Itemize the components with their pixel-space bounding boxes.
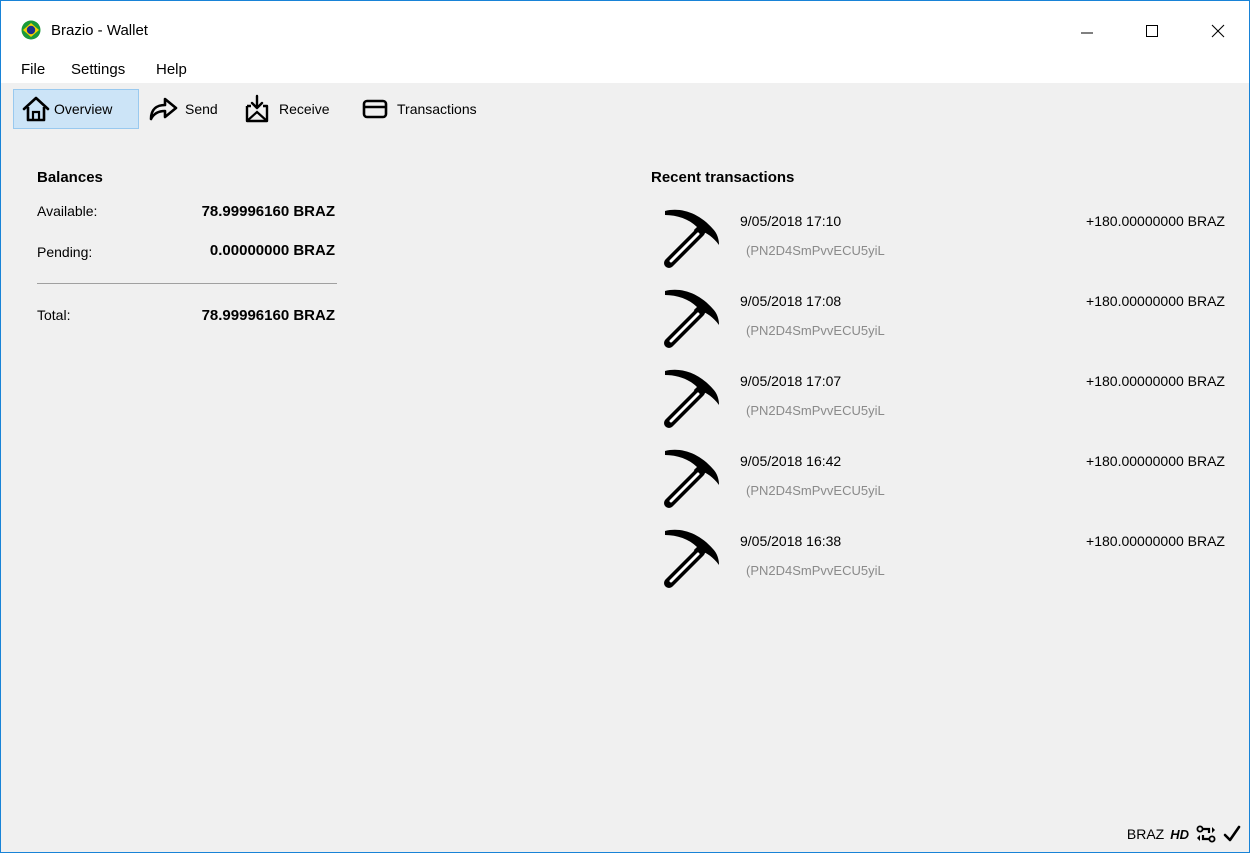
menu-file[interactable]: File (21, 61, 45, 78)
pickaxe-icon (657, 285, 723, 351)
tab-send[interactable]: Send (147, 89, 229, 129)
transaction-amount: +180.00000000 BRAZ (1086, 293, 1225, 309)
transaction-date: 9/05/2018 17:08 (740, 293, 842, 309)
transaction-address: (PN2D4SmPvvECU5yiL (746, 323, 885, 338)
card-icon (359, 93, 391, 125)
transaction-amount: +180.00000000 BRAZ (1086, 373, 1225, 389)
pending-label: Pending: (37, 244, 93, 260)
title-bar[interactable]: Brazio - Wallet (1, 1, 1249, 53)
transaction-row[interactable]: 9/05/2018 17:10 (PN2D4SmPvvECU5yiL +180.00… (651, 205, 1231, 285)
toolbar: Overview Send Receive Transactions (1, 83, 1249, 135)
transaction-amount: +180.00000000 BRAZ (1086, 453, 1225, 469)
transaction-date: 9/05/2018 16:42 (740, 453, 842, 469)
tab-receive-label: Receive (279, 101, 330, 117)
minimize-icon (1081, 32, 1093, 34)
pickaxe-icon (657, 205, 723, 271)
tab-transactions[interactable]: Transactions (359, 89, 499, 129)
status-bar: BRAZ HD (1127, 822, 1241, 846)
pickaxe-icon (657, 525, 723, 591)
hd-icon: HD (1170, 826, 1189, 842)
total-balance[interactable]: 78.99996160 BRAZ (202, 307, 335, 324)
tab-send-label: Send (185, 101, 218, 117)
maximize-icon (1146, 25, 1158, 37)
transaction-date: 9/05/2018 17:07 (740, 373, 842, 389)
pickaxe-icon (657, 365, 723, 431)
wallet-window: Brazio - Wallet File Settings Help Overv… (0, 0, 1250, 853)
maximize-button[interactable] (1129, 11, 1175, 51)
transaction-address: (PN2D4SmPvvECU5yiL (746, 403, 885, 418)
tab-overview[interactable]: Overview (13, 89, 139, 129)
transaction-address: (PN2D4SmPvvECU5yiL (746, 563, 885, 578)
transaction-date: 9/05/2018 17:10 (740, 213, 842, 229)
menu-settings[interactable]: Settings (71, 61, 125, 78)
close-button[interactable] (1195, 11, 1241, 51)
network-connections-icon (1196, 825, 1216, 843)
receive-tray-icon (241, 93, 273, 125)
brazil-flag-icon (21, 20, 41, 40)
total-label: Total: (37, 307, 71, 323)
unit-label[interactable]: BRAZ (1127, 826, 1164, 842)
close-icon (1211, 24, 1225, 38)
transaction-address: (PN2D4SmPvvECU5yiL (746, 483, 885, 498)
transaction-address: (PN2D4SmPvvECU5yiL (746, 243, 885, 258)
balances-divider (37, 283, 337, 284)
balances-heading: Balances (37, 169, 103, 186)
available-label: Available: (37, 203, 98, 219)
pending-balance[interactable]: 0.00000000 BRAZ (210, 242, 335, 259)
tab-receive[interactable]: Receive (241, 89, 345, 129)
minimize-button[interactable] (1064, 11, 1110, 51)
available-balance[interactable]: 78.99996160 BRAZ (202, 203, 335, 220)
tab-transactions-label: Transactions (397, 101, 477, 117)
pickaxe-icon (657, 445, 723, 511)
transaction-date: 9/05/2018 16:38 (740, 533, 842, 549)
send-arrow-icon (147, 93, 179, 125)
transaction-row[interactable]: 9/05/2018 16:42 (PN2D4SmPvvECU5yiL +180.00… (651, 445, 1231, 525)
recent-transactions-heading: Recent transactions (651, 169, 795, 186)
transaction-row[interactable]: 9/05/2018 17:07 (PN2D4SmPvvECU5yiL +180.00… (651, 365, 1231, 445)
tab-overview-label: Overview (54, 101, 113, 117)
menu-bar: File Settings Help (1, 53, 1249, 83)
transaction-amount: +180.00000000 BRAZ (1086, 533, 1225, 549)
synced-check-icon (1223, 825, 1241, 842)
transaction-amount: +180.00000000 BRAZ (1086, 213, 1225, 229)
home-icon (20, 93, 52, 125)
menu-help[interactable]: Help (156, 61, 187, 78)
transaction-row[interactable]: 9/05/2018 17:08 (PN2D4SmPvvECU5yiL +180.00… (651, 285, 1231, 365)
transaction-row[interactable]: 9/05/2018 16:38 (PN2D4SmPvvECU5yiL +180.00… (651, 525, 1231, 605)
window-title: Brazio - Wallet (51, 22, 148, 39)
